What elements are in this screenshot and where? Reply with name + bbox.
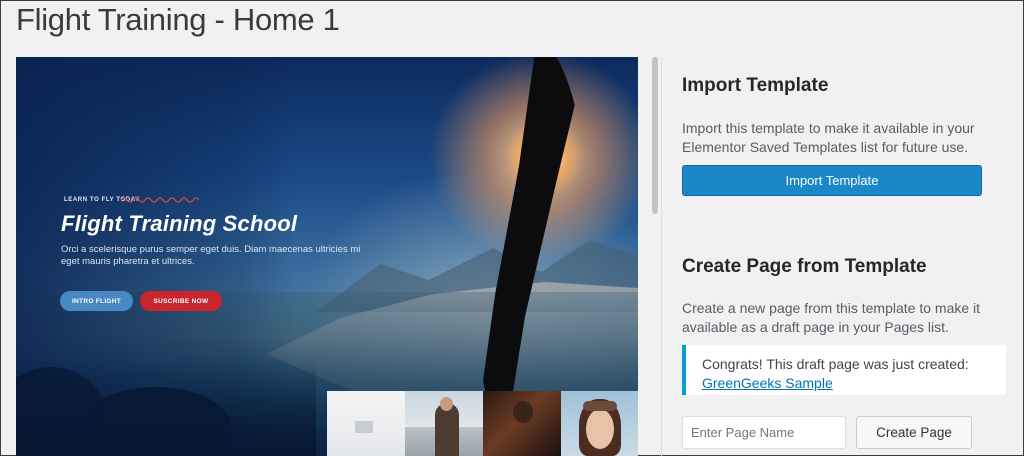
create-heading: Create Page from Template — [682, 256, 927, 277]
page-name-input[interactable] — [682, 416, 846, 449]
gallery-thumb-cockpit — [483, 391, 561, 456]
aviator-face — [586, 409, 614, 449]
template-preview: LEARN TO FLY TODAY Flight Training Schoo… — [16, 57, 638, 456]
page-title: Flight Training - Home 1 — [16, 2, 340, 37]
gallery-thumb-pilot — [405, 391, 483, 456]
wave-icon — [121, 197, 199, 203]
gallery-thumb-aviator — [561, 391, 638, 456]
pilot-head — [440, 397, 453, 411]
import-template-button[interactable]: Import Template — [682, 165, 982, 196]
import-heading: Import Template — [682, 75, 829, 96]
gallery-strip — [327, 391, 638, 456]
goggles-icon — [583, 401, 617, 411]
draft-page-link[interactable]: GreenGeeks Sample — [702, 375, 833, 391]
hero-text: Orci a scelerisque purus semper eget dui… — [61, 244, 361, 267]
cockpit-head — [513, 401, 533, 423]
intro-flight-button[interactable]: INTRO FLIGHT — [60, 291, 133, 311]
hero-title: Flight Training School — [61, 211, 298, 236]
create-page-button[interactable]: Create Page — [856, 416, 972, 449]
panel-divider — [661, 57, 662, 456]
gallery-thumb-hangar — [327, 391, 405, 456]
preview-scrollbar-thumb[interactable] — [652, 57, 658, 214]
create-description: Create a new page from this template to … — [682, 300, 981, 335]
success-notice: Congrats! This draft page was just creat… — [682, 345, 1006, 395]
import-description: Import this template to make it availabl… — [682, 120, 975, 155]
subscribe-button[interactable]: SUSCRIBE NOW — [140, 291, 222, 311]
notice-text: Congrats! This draft page was just creat… — [702, 356, 969, 372]
